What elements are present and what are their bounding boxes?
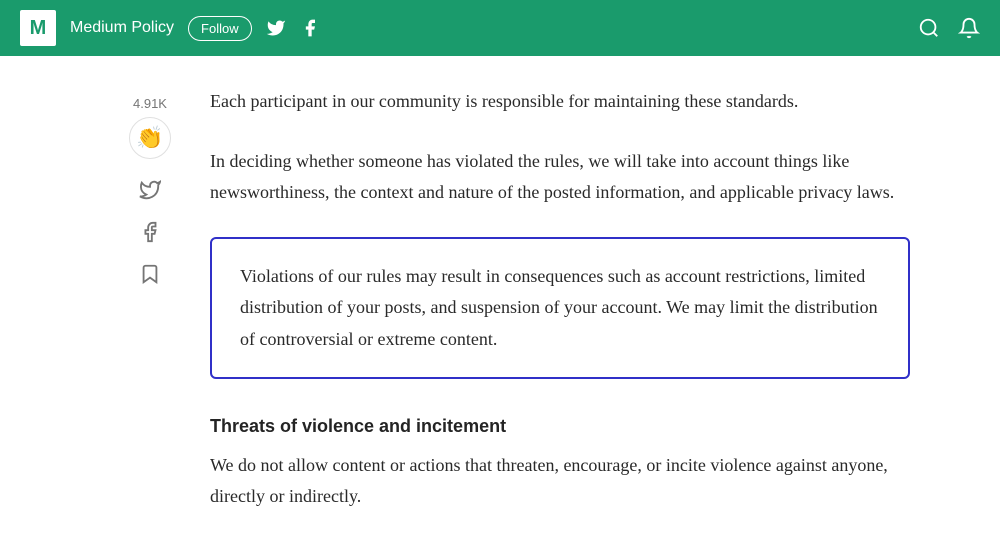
clap-icon: 👏 <box>136 125 163 151</box>
social-links <box>266 18 320 38</box>
paragraph-2: In deciding whether someone has violated… <box>210 146 910 209</box>
facebook-header-icon[interactable] <box>300 18 320 38</box>
clap-count: 4.91K <box>133 96 167 111</box>
section-title: Threats of violence and incitement <box>210 411 910 442</box>
highlight-box: Violations of our rules may result in co… <box>210 237 910 380</box>
medium-logo[interactable]: M <box>20 10 56 46</box>
section-body: We do not allow content or actions that … <box>210 450 910 513</box>
bookmark-button[interactable] <box>139 263 161 285</box>
paragraph-1: Each participant in our community is res… <box>210 86 910 118</box>
violence-section: Threats of violence and incitement We do… <box>210 411 910 513</box>
header: M Medium Policy Follow <box>0 0 1000 56</box>
header-left: M Medium Policy Follow <box>20 10 918 46</box>
search-button[interactable] <box>918 17 940 39</box>
main-content: Each participant in our community is res… <box>210 86 910 513</box>
page-wrapper: 4.91K 👏 Each participant in our communit… <box>0 56 1000 543</box>
highlight-text: Violations of our rules may result in co… <box>240 266 878 349</box>
facebook-share-button[interactable] <box>139 221 161 243</box>
clap-section: 4.91K 👏 <box>129 96 171 159</box>
publication-name: Medium Policy <box>70 19 174 37</box>
sidebar: 4.91K 👏 <box>90 86 210 285</box>
follow-button[interactable]: Follow <box>188 16 252 41</box>
twitter-header-icon[interactable] <box>266 18 286 38</box>
clap-button[interactable]: 👏 <box>129 117 171 159</box>
notifications-button[interactable] <box>958 17 980 39</box>
twitter-share-button[interactable] <box>139 179 161 201</box>
header-right <box>918 17 980 39</box>
